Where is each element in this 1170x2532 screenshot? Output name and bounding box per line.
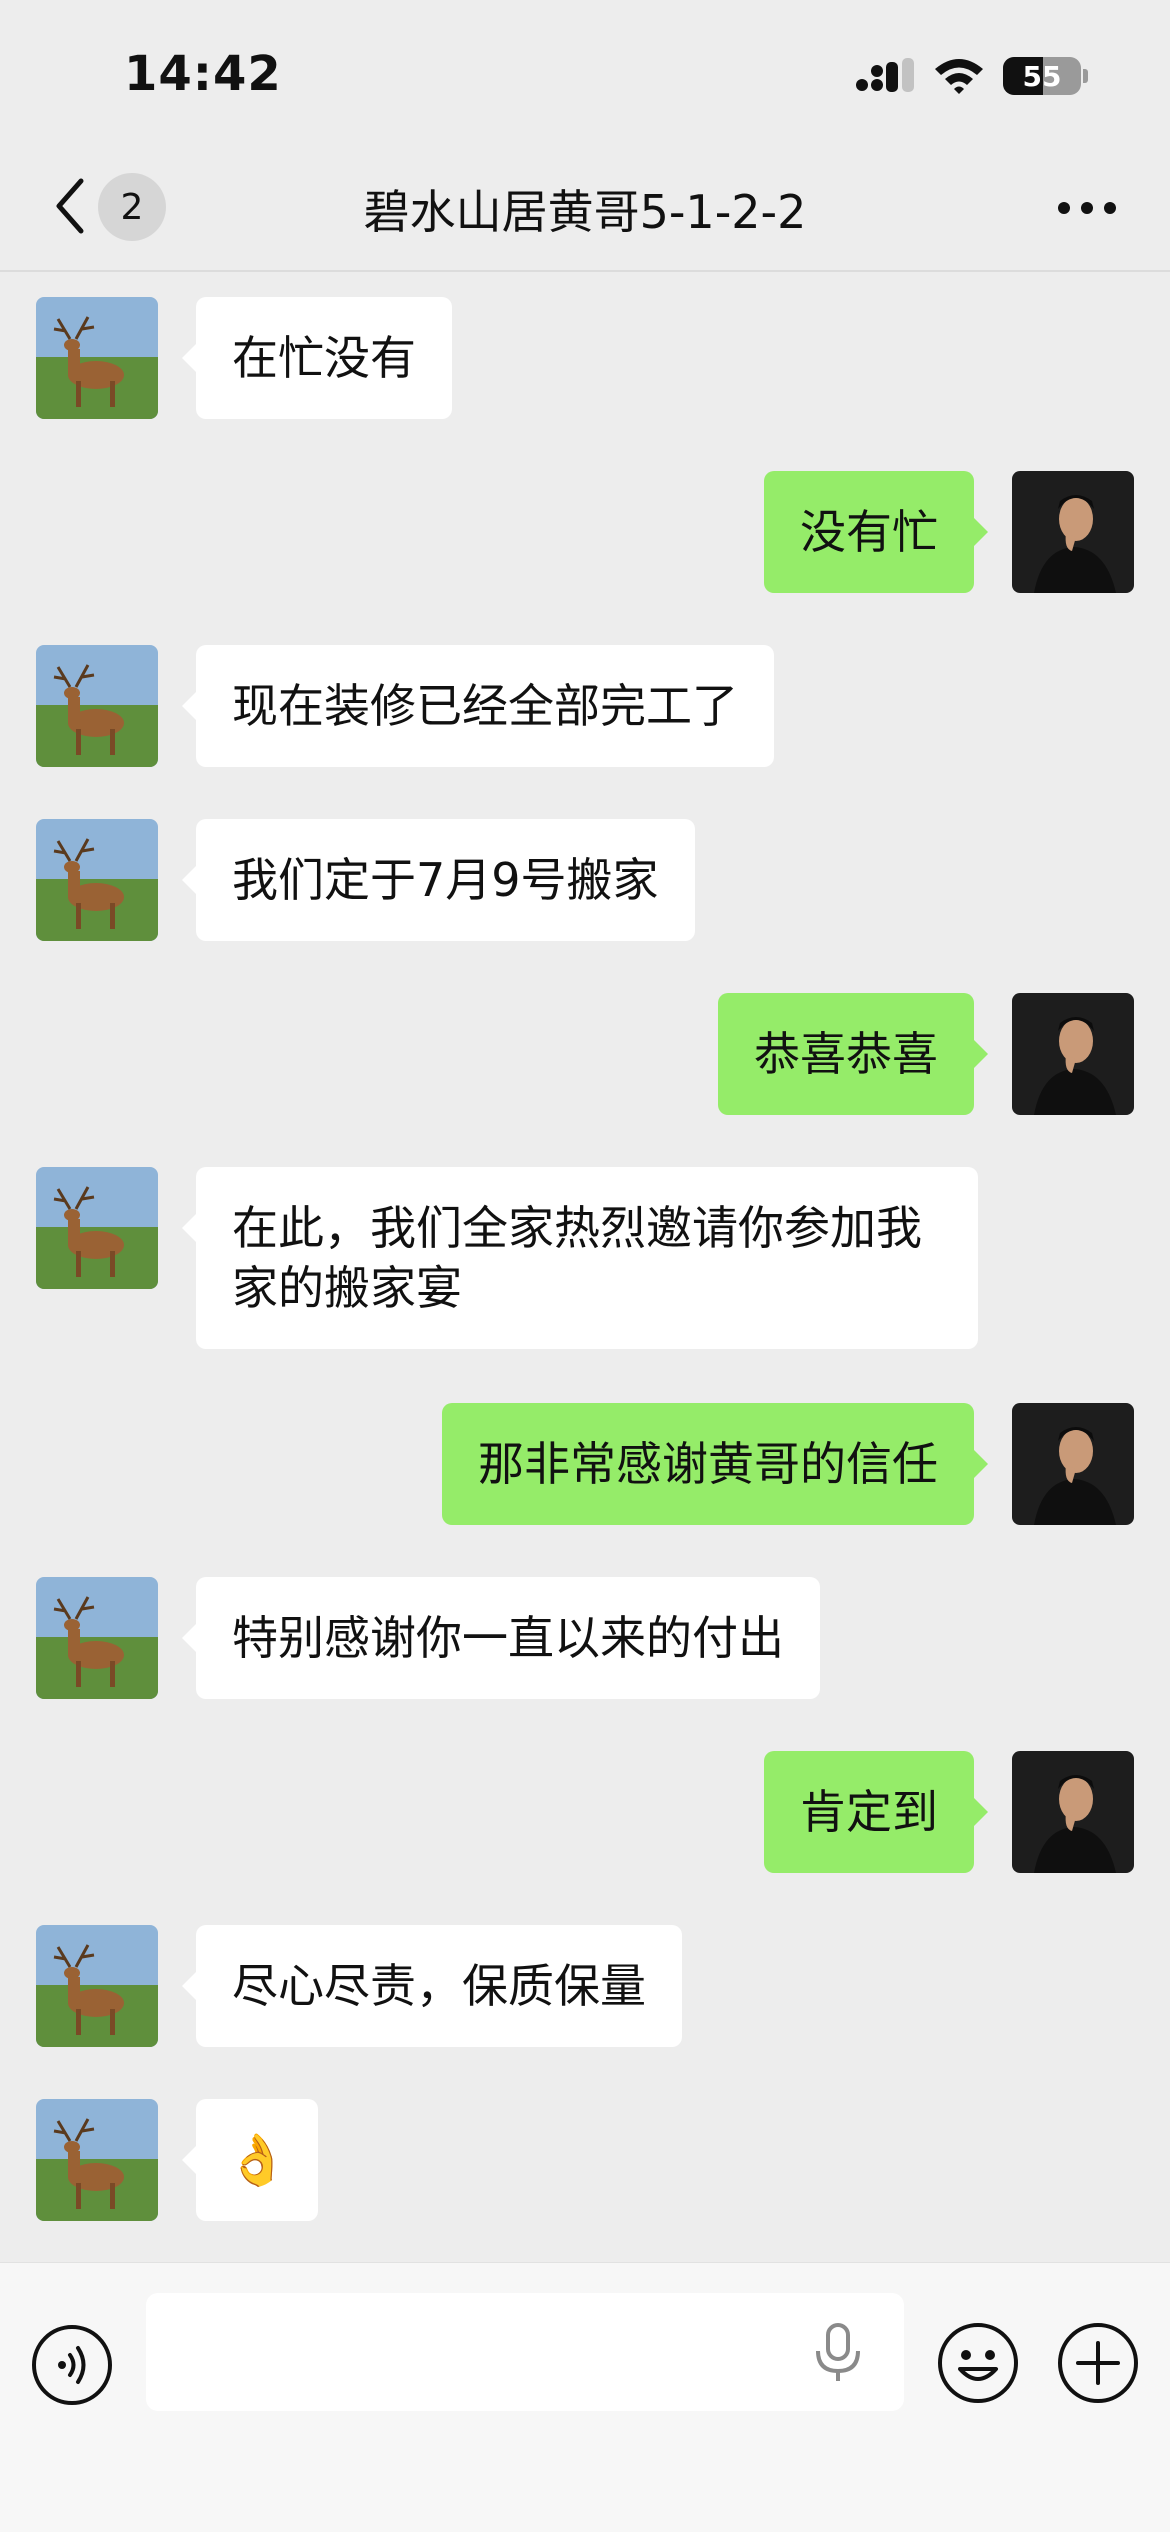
plus-icon[interactable]	[1056, 2321, 1140, 2405]
contact-avatar[interactable]	[36, 297, 158, 419]
back-chevron-icon	[56, 178, 84, 234]
contact-avatar[interactable]	[36, 1577, 158, 1699]
message-bubble[interactable]: 我们定于7月9号搬家	[182, 819, 695, 941]
message-bubble[interactable]: 特别感谢你一直以来的付出	[182, 1577, 820, 1699]
battery-icon: 55	[1003, 57, 1081, 95]
chat-header: 2 碧水山居黄哥5-1-2-2	[0, 150, 1170, 272]
emoji-message-bubble[interactable]: 👌	[181, 2099, 319, 2221]
contact-avatar[interactable]	[36, 819, 158, 941]
my-avatar[interactable]	[1012, 993, 1134, 1115]
microphone-icon[interactable]	[810, 2323, 866, 2383]
message-bubble[interactable]: 恭喜恭喜	[718, 993, 988, 1115]
contact-avatar[interactable]	[36, 2099, 158, 2221]
input-bar	[0, 2262, 1170, 2532]
battery-level: 55	[1022, 59, 1062, 93]
my-avatar[interactable]	[1012, 471, 1134, 593]
message-bubble[interactable]: 在忙没有	[182, 297, 452, 419]
my-avatar[interactable]	[1012, 1751, 1134, 1873]
chat-screen: 14:42 55 2 碧水山居黄哥5-1-2-2 在忙没有 没有忙 现在装修已经…	[0, 0, 1170, 2532]
more-button[interactable]	[1052, 180, 1122, 236]
contact-avatar[interactable]	[36, 645, 158, 767]
contact-avatar[interactable]	[36, 1925, 158, 2047]
status-bar: 14:42 55	[0, 0, 1170, 150]
message-bubble[interactable]: 在此，我们全家热烈邀请你参加我家的搬家宴	[182, 1167, 978, 1349]
my-avatar[interactable]	[1012, 1403, 1134, 1525]
message-bubble[interactable]: 尽心尽责，保质保量	[182, 1925, 682, 2047]
wifi-icon	[935, 59, 983, 94]
message-input[interactable]	[146, 2293, 904, 2411]
more-dots-icon	[1058, 202, 1116, 214]
cellular-signal-icon	[856, 58, 914, 92]
unread-count-badge[interactable]: 2	[98, 173, 166, 241]
chat-title: 碧水山居黄哥5-1-2-2	[363, 185, 807, 239]
voice-icon[interactable]	[30, 2323, 114, 2407]
status-time: 14:42	[124, 46, 282, 102]
message-list[interactable]: 在忙没有 没有忙 现在装修已经全部完工了 我们定于7月9号搬家 恭喜恭喜 在此，…	[0, 272, 1170, 2260]
message-bubble[interactable]: 现在装修已经全部完工了	[182, 645, 774, 767]
battery-tip	[1083, 69, 1088, 83]
status-icons: 55	[855, 56, 1088, 96]
emoji-icon[interactable]	[936, 2321, 1020, 2405]
message-bubble[interactable]: 肯定到	[764, 1751, 988, 1873]
message-bubble[interactable]: 那非常感谢黄哥的信任	[442, 1403, 988, 1525]
contact-avatar[interactable]	[36, 1167, 158, 1289]
message-bubble[interactable]: 没有忙	[764, 471, 988, 593]
back-button[interactable]	[40, 175, 100, 237]
